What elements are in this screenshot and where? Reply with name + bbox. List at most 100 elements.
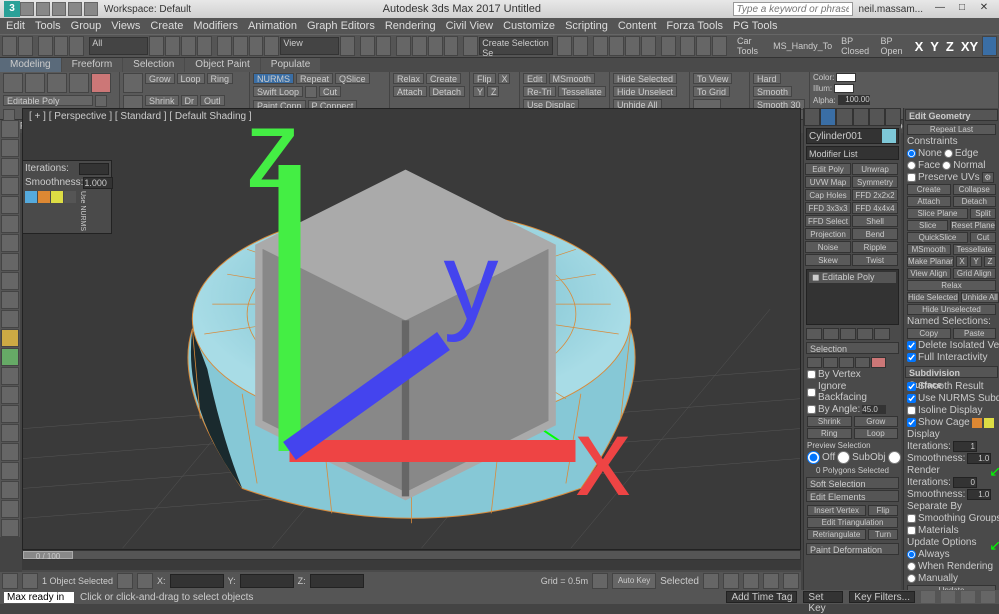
turn-button[interactable]: Turn [868, 529, 898, 540]
upd-manually-radio[interactable] [907, 574, 916, 583]
flip-normals-button[interactable]: Flip [868, 505, 898, 516]
menu-grapheditors[interactable]: Graph Editors [307, 20, 375, 32]
nav-zoom-icon[interactable] [941, 591, 955, 603]
menu-forzatools[interactable]: Forza Tools [666, 20, 723, 32]
tab-modify-icon[interactable] [820, 108, 836, 126]
layer-explorer-icon[interactable] [593, 36, 608, 56]
rollout-editgeometry-head[interactable]: Edit Geometry [905, 109, 998, 121]
select-region-icon[interactable] [181, 36, 196, 56]
rollout-softselection-head[interactable]: Soft Selection [806, 477, 899, 489]
color-swatch[interactable] [836, 73, 856, 82]
menu-animation[interactable]: Animation [248, 20, 297, 32]
stack-remove-icon[interactable] [857, 328, 873, 340]
axis-xyz-toggle[interactable] [982, 36, 997, 56]
mod-skew[interactable]: Skew [805, 254, 851, 266]
hide-unselected-button[interactable]: Hide Unselect [613, 86, 677, 97]
stack-item-editablepoly[interactable]: ◼ Editable Poly [809, 272, 896, 283]
mod-uvwmap[interactable]: UVW Map [805, 176, 851, 188]
sub-tess-button[interactable]: Tessellate [558, 86, 606, 97]
mod-capholes[interactable]: Cap Holes [805, 189, 851, 201]
relax-button[interactable]: Relax [393, 73, 424, 84]
eg-msmooth-button[interactable]: MSmooth [907, 244, 951, 255]
sel-edge-icon[interactable] [823, 357, 838, 368]
key-filter-selected[interactable]: Selected [660, 576, 699, 587]
curve-editor-icon[interactable] [625, 36, 640, 56]
insert-vertex-button[interactable]: Insert Vertex [807, 505, 866, 516]
selection-filter-dropdown[interactable]: All [89, 37, 148, 55]
sep-smoothing-checkbox[interactable] [907, 514, 916, 523]
planar-y-button[interactable]: Y [970, 256, 982, 267]
edit-tri-button[interactable]: Edit Triangulation [807, 517, 898, 528]
toolbar-label-bpclosed[interactable]: BP Closed [837, 36, 875, 56]
flip-z-button[interactable]: Z [487, 86, 499, 97]
close-button[interactable]: ✕ [973, 2, 995, 16]
isolate-selection-icon[interactable] [117, 573, 133, 589]
sel-polygon-icon[interactable] [855, 357, 870, 368]
mod-ffd4[interactable]: FFD 4x4x4 [852, 202, 898, 214]
manipulate-icon[interactable] [360, 36, 375, 56]
menu-group[interactable]: Group [71, 20, 102, 32]
toolbar-label-mshandy[interactable]: MS_Handy_To [769, 41, 836, 51]
sub-retri-button[interactable]: Re-Tri [523, 86, 556, 97]
by-vertex-checkbox[interactable] [807, 370, 816, 379]
upd-rendering-radio[interactable] [907, 562, 916, 571]
axis-xy-toggle[interactable]: XY [958, 39, 981, 54]
quickslice-button[interactable]: QuickSlice [907, 232, 968, 243]
axis-x-toggle[interactable]: X [912, 39, 927, 54]
nav-pan-icon[interactable] [921, 591, 935, 603]
eg-relax-button[interactable]: Relax [907, 280, 996, 291]
rollout-paintdeform-head[interactable]: Paint Deformation [806, 543, 899, 555]
cage-color2[interactable] [984, 418, 994, 428]
rollout-editelements-head[interactable]: Edit Elements [806, 490, 899, 502]
named-selection-dropdown[interactable]: Create Selection Se [479, 37, 552, 55]
rend-smoothness-spinner[interactable]: 1.0 [967, 489, 991, 500]
maxscript-listener[interactable]: Max ready in [4, 592, 74, 603]
rollout-subdivision-head[interactable]: Subdivision Surface [905, 366, 998, 378]
nav-orbit-icon[interactable] [961, 591, 975, 603]
ns-copy-button[interactable]: Copy [907, 328, 951, 339]
planar-x-button[interactable]: X [956, 256, 968, 267]
rend-iterations-spinner[interactable]: 0 [953, 477, 977, 488]
eg-hide-selected-button[interactable]: Hide Selected [907, 292, 959, 303]
mod-ffd3[interactable]: FFD 3x3x3 [805, 202, 851, 214]
tab-populate[interactable]: Populate [261, 58, 320, 72]
view-align-button[interactable]: View Align [907, 268, 951, 279]
minimize-button[interactable]: — [929, 2, 951, 16]
ns-paste-button[interactable]: Paste [953, 328, 997, 339]
repeat-last-button[interactable]: Repeat Last [907, 124, 996, 135]
menu-tools[interactable]: Tools [35, 20, 61, 32]
nurms-button[interactable]: NURMS [253, 73, 294, 84]
sep-materials-checkbox[interactable] [907, 526, 916, 535]
menu-edit[interactable]: Edit [6, 20, 25, 32]
subobj-polygon-icon[interactable] [69, 73, 89, 93]
menu-content[interactable]: Content [618, 20, 657, 32]
preserve-uvs-checkbox[interactable] [907, 173, 916, 182]
smooth-result-checkbox[interactable] [907, 382, 916, 391]
mod-bend[interactable]: Bend [852, 228, 898, 240]
status-lock-icon[interactable] [22, 573, 38, 589]
help-search-input[interactable] [733, 2, 853, 16]
play-next-icon[interactable] [763, 573, 779, 589]
app-icon[interactable]: 3 [4, 1, 20, 17]
eg-attach-button[interactable]: Attach [907, 196, 951, 207]
detach-button[interactable]: Detach [429, 86, 466, 97]
qslice-button[interactable]: QSlice [335, 73, 370, 84]
mod-ffdsel[interactable]: FFD Select [805, 215, 851, 227]
bind-icon[interactable] [69, 36, 84, 56]
flip-y-button[interactable]: Y [473, 86, 485, 97]
eg-hide-unselected-button[interactable]: Hide Unselected [907, 304, 996, 315]
reset-plane-button[interactable]: Reset Plane [950, 220, 996, 231]
object-name-field[interactable]: Cylinder001 [806, 128, 899, 144]
placement-icon[interactable] [264, 36, 279, 56]
slice-button[interactable]: Slice [907, 220, 948, 231]
loop-button[interactable]: Loop [177, 73, 205, 84]
setkey-button[interactable]: Set Key [803, 591, 843, 603]
modifier-list-dropdown[interactable]: Modifier List [806, 146, 899, 160]
constraint-face-radio[interactable] [907, 161, 916, 170]
object-color-swatch[interactable] [882, 129, 896, 143]
rollout-selection-head[interactable]: Selection [806, 342, 899, 354]
scale-icon[interactable] [249, 36, 264, 56]
move-icon[interactable] [217, 36, 232, 56]
status-script-icon[interactable] [2, 573, 18, 589]
sel-vertex-icon[interactable] [807, 357, 822, 368]
